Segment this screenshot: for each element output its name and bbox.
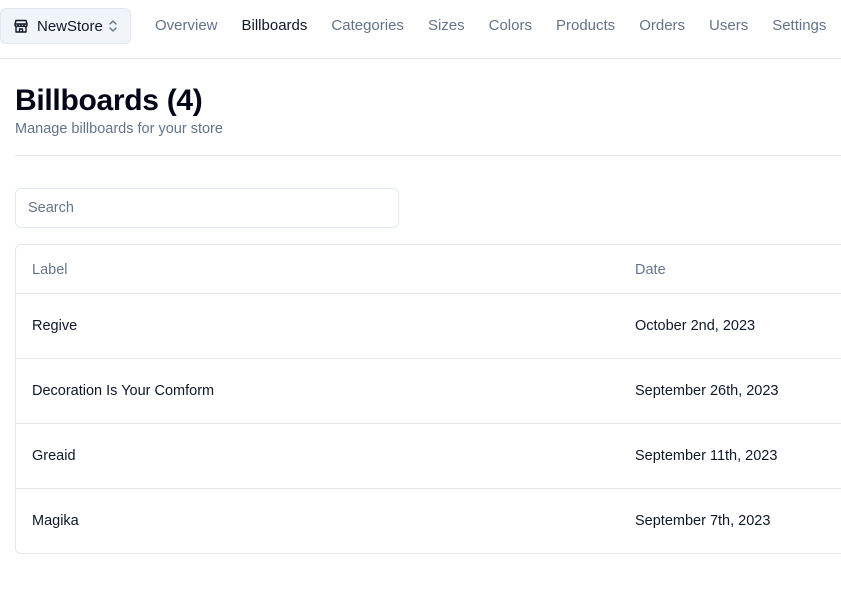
page-title: Billboards (4) — [15, 84, 203, 117]
table-row[interactable]: Decoration Is Your Comform September 26t… — [16, 359, 841, 424]
nav-item-billboards[interactable]: Billboards — [242, 17, 308, 35]
table-header: Label Date — [16, 245, 841, 294]
store-icon — [13, 18, 29, 34]
nav-item-settings[interactable]: Settings — [772, 17, 826, 35]
row-label-cell: Greaid — [32, 448, 76, 464]
row-label-cell: Magika — [32, 513, 79, 529]
column-header-date[interactable]: Date — [635, 262, 666, 278]
page-subtitle: Manage billboards for your store — [15, 121, 223, 137]
table-row[interactable]: Regive October 2nd, 2023 — [16, 294, 841, 359]
nav-item-colors[interactable]: Colors — [489, 17, 532, 35]
divider — [15, 155, 841, 156]
top-navigation-bar: NewStore Overview Billboards Categories … — [0, 0, 841, 59]
store-switcher-label: NewStore — [37, 17, 103, 35]
main-nav: Overview Billboards Categories Sizes Col… — [155, 17, 826, 35]
billboards-table: Label Date Regive October 2nd, 2023 Deco… — [15, 244, 841, 554]
row-date-cell: September 26th, 2023 — [635, 383, 779, 399]
nav-item-orders[interactable]: Orders — [639, 17, 685, 35]
chevrons-up-down-icon — [107, 19, 119, 33]
search-input[interactable] — [15, 188, 399, 228]
nav-item-sizes[interactable]: Sizes — [428, 17, 465, 35]
store-switcher-button[interactable]: NewStore — [0, 8, 131, 44]
row-date-cell: September 7th, 2023 — [635, 513, 771, 529]
row-date-cell: September 11th, 2023 — [635, 448, 778, 464]
table-row[interactable]: Magika September 7th, 2023 — [16, 489, 841, 553]
row-label-cell: Regive — [32, 318, 78, 334]
nav-item-overview[interactable]: Overview — [155, 17, 218, 35]
nav-item-products[interactable]: Products — [556, 17, 615, 35]
row-date-cell: October 2nd, 2023 — [635, 318, 756, 334]
column-header-label[interactable]: Label — [32, 262, 67, 278]
row-label-cell: Decoration Is Your Comform — [32, 383, 215, 399]
nav-item-users[interactable]: Users — [709, 17, 748, 35]
nav-item-categories[interactable]: Categories — [331, 17, 404, 35]
table-row[interactable]: Greaid September 11th, 2023 — [16, 424, 841, 489]
